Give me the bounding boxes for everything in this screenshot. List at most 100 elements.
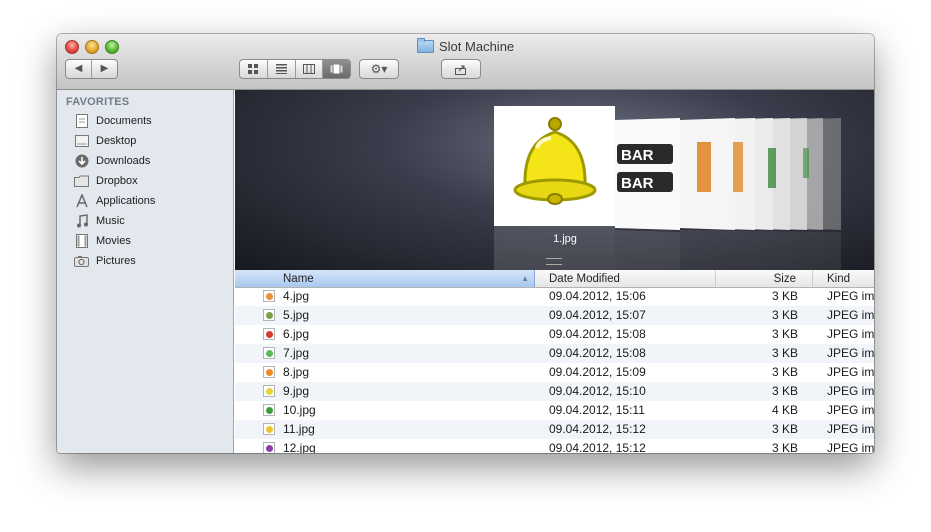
sidebar-item-label: Documents bbox=[96, 115, 152, 127]
column-header-kind[interactable]: Kind bbox=[813, 270, 874, 287]
table-row[interactable]: 11.jpg 09.04.2012, 15:12 3 KB JPEG ima bbox=[235, 420, 874, 439]
back-arrow-icon: ◀ bbox=[74, 63, 83, 74]
list-header: Name ▲ Date Modified Size Kind bbox=[235, 270, 874, 288]
share-button-face bbox=[442, 60, 480, 78]
sidebar-item-label: Movies bbox=[96, 235, 131, 247]
sidebar-header: FAVORITES bbox=[66, 96, 130, 108]
file-kind: JPEG ima bbox=[827, 403, 874, 417]
window-title-text: Slot Machine bbox=[439, 38, 515, 54]
file-size: 3 KB bbox=[772, 346, 799, 360]
file-date: 09.04.2012, 15:09 bbox=[549, 365, 646, 379]
minimize-button[interactable] bbox=[85, 40, 99, 54]
finder-window: Slot Machine ◀ ▶ ⚙▾ FAVORITES Documents … bbox=[57, 34, 874, 453]
file-name: 8.jpg bbox=[283, 365, 310, 379]
documents-icon bbox=[74, 114, 89, 129]
sidebar-item-downloads[interactable]: Downloads bbox=[74, 151, 150, 171]
table-row[interactable]: 5.jpg 09.04.2012, 15:07 3 KB JPEG ima bbox=[235, 306, 874, 325]
file-name: 7.jpg bbox=[283, 346, 310, 360]
jpeg-file-icon bbox=[263, 366, 275, 378]
sidebar-item-label: Music bbox=[96, 215, 125, 227]
file-date: 09.04.2012, 15:08 bbox=[549, 346, 646, 360]
file-size: 3 KB bbox=[772, 365, 799, 379]
table-row[interactable]: 9.jpg 09.04.2012, 15:10 3 KB JPEG ima bbox=[235, 382, 874, 401]
sidebar-item-dropbox[interactable]: Dropbox bbox=[74, 171, 138, 191]
dropbox-folder-icon bbox=[74, 174, 89, 189]
sidebar-item-applications[interactable]: Applications bbox=[74, 191, 155, 211]
table-row[interactable]: 4.jpg 09.04.2012, 15:06 3 KB JPEG ima bbox=[235, 287, 874, 306]
thumb-swatch bbox=[265, 387, 273, 395]
file-kind: JPEG ima bbox=[827, 308, 874, 322]
file-date: 09.04.2012, 15:06 bbox=[549, 289, 646, 303]
sidebar-item-documents[interactable]: Documents bbox=[74, 111, 152, 131]
coverflow-selected-cover[interactable] bbox=[494, 106, 615, 270]
forward-button[interactable]: ▶ bbox=[92, 60, 117, 78]
coverflow-view-icon bbox=[330, 64, 343, 74]
table-row[interactable]: 7.jpg 09.04.2012, 15:08 3 KB JPEG ima bbox=[235, 344, 874, 363]
file-size: 3 KB bbox=[772, 289, 799, 303]
thumb-swatch bbox=[265, 368, 273, 376]
file-date: 09.04.2012, 15:07 bbox=[549, 308, 646, 322]
file-kind: JPEG ima bbox=[827, 441, 874, 453]
list-view-button[interactable] bbox=[268, 60, 296, 78]
file-kind: JPEG ima bbox=[827, 327, 874, 341]
action-menu-button[interactable]: ⚙▾ bbox=[359, 59, 399, 79]
sidebar-item-music[interactable]: Music bbox=[74, 211, 125, 231]
file-date: 09.04.2012, 15:10 bbox=[549, 384, 646, 398]
jpeg-file-icon bbox=[263, 347, 275, 359]
table-row[interactable]: 10.jpg 09.04.2012, 15:11 4 KB JPEG ima bbox=[235, 401, 874, 420]
table-row[interactable]: 8.jpg 09.04.2012, 15:09 3 KB JPEG ima bbox=[235, 363, 874, 382]
table-row[interactable]: 12.jpg 09.04.2012, 15:12 3 KB JPEG ima bbox=[235, 439, 874, 453]
icon-view-button[interactable] bbox=[240, 60, 268, 78]
thumb-swatch bbox=[265, 311, 273, 319]
file-name: 4.jpg bbox=[283, 289, 310, 303]
coverflow-area[interactable]: BAR BAR 1.jpg bbox=[235, 90, 874, 270]
jpeg-file-icon bbox=[263, 328, 275, 340]
file-size: 3 KB bbox=[772, 441, 799, 453]
window-title: Slot Machine bbox=[417, 37, 515, 54]
coverflow-view-button[interactable] bbox=[323, 60, 350, 78]
svg-text:BAR: BAR bbox=[621, 175, 654, 192]
file-kind: JPEG ima bbox=[827, 422, 874, 436]
table-row[interactable]: 6.jpg 09.04.2012, 15:08 3 KB JPEG ima bbox=[235, 325, 874, 344]
sidebar: FAVORITES Documents Desktop Downloads Dr… bbox=[57, 90, 234, 453]
icon-view-icon bbox=[248, 64, 259, 74]
forward-arrow-icon: ▶ bbox=[100, 63, 109, 74]
sidebar-item-pictures[interactable]: Pictures bbox=[74, 251, 136, 271]
column-header-date[interactable]: Date Modified bbox=[535, 270, 716, 287]
file-date: 09.04.2012, 15:08 bbox=[549, 327, 646, 341]
jpeg-file-icon bbox=[263, 385, 275, 397]
sidebar-item-label: Desktop bbox=[96, 135, 137, 147]
movies-icon bbox=[74, 234, 89, 249]
file-date: 09.04.2012, 15:12 bbox=[549, 441, 646, 453]
sidebar-item-label: Dropbox bbox=[96, 175, 138, 187]
sidebar-item-movies[interactable]: Movies bbox=[74, 231, 131, 251]
file-name: 12.jpg bbox=[283, 441, 316, 453]
file-kind: JPEG ima bbox=[827, 289, 874, 303]
coverflow-resize-handle[interactable] bbox=[546, 258, 562, 265]
column-header-size[interactable]: Size bbox=[716, 270, 813, 287]
column-header-size-label: Size bbox=[773, 272, 796, 285]
back-button[interactable]: ◀ bbox=[66, 60, 92, 78]
gear-icon: ⚙▾ bbox=[370, 62, 388, 76]
share-button[interactable] bbox=[441, 59, 481, 79]
column-view-button[interactable] bbox=[296, 60, 324, 78]
file-name: 9.jpg bbox=[283, 384, 310, 398]
column-header-kind-label: Kind bbox=[827, 272, 851, 285]
downloads-icon bbox=[74, 154, 89, 169]
thumb-swatch bbox=[265, 330, 273, 338]
jpeg-file-icon bbox=[263, 309, 275, 321]
column-header-name[interactable]: Name ▲ bbox=[235, 270, 535, 287]
file-name: 5.jpg bbox=[283, 308, 310, 322]
action-menu-face: ⚙▾ bbox=[360, 60, 398, 78]
sidebar-item-desktop[interactable]: Desktop bbox=[74, 131, 136, 151]
desktop-icon bbox=[74, 134, 89, 149]
column-view-icon bbox=[302, 64, 315, 74]
file-kind: JPEG ima bbox=[827, 346, 874, 360]
close-button[interactable] bbox=[65, 40, 79, 54]
file-date: 09.04.2012, 15:12 bbox=[549, 422, 646, 436]
titlebar: Slot Machine ◀ ▶ ⚙▾ bbox=[57, 34, 874, 90]
column-header-name-label: Name bbox=[283, 272, 314, 285]
thumb-swatch bbox=[265, 444, 273, 452]
zoom-button[interactable] bbox=[105, 40, 119, 54]
file-size: 3 KB bbox=[772, 308, 799, 322]
